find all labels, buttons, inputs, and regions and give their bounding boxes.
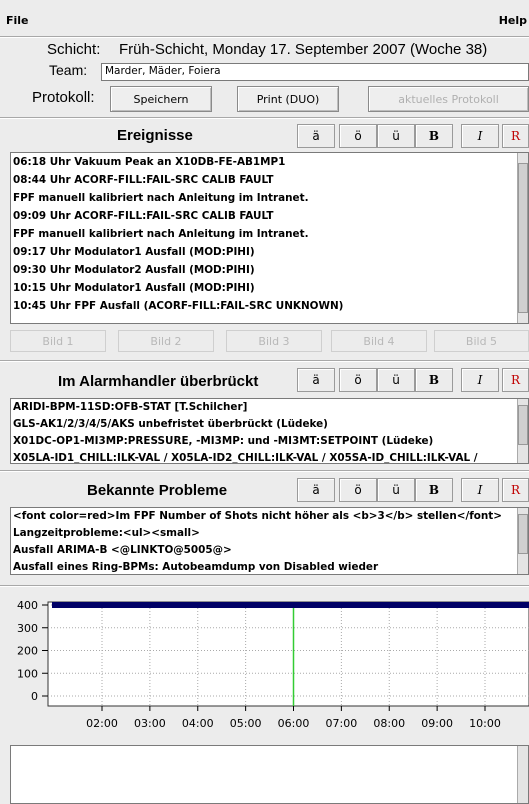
bold-button[interactable]: B (415, 368, 453, 392)
italic-button[interactable]: I (461, 368, 499, 392)
text-line: Ausfall ARIMA-B <@LINKTO@5005@> (13, 544, 232, 556)
italic-button[interactable]: I (461, 478, 499, 502)
plot-area (47, 601, 529, 707)
bild-2-button[interactable]: Bild 2 (118, 330, 214, 352)
print-button[interactable]: Print (DUO) (237, 86, 339, 112)
trend-chart: 400 300 200 100 0 02:00 03:00 04:00 05:00 06:00 07… (17, 599, 529, 730)
x-tick-label: 07:00 (326, 717, 358, 730)
text-line: 09:30 Uhr Modulator2 Ausfall (MOD:PIHI) (13, 264, 255, 276)
probleme-title: Bekannte Probleme (87, 482, 228, 499)
ereignisse-title: Ereignisse (117, 127, 193, 144)
insert-ue-button[interactable]: ü (377, 368, 415, 392)
team-label: Team: (49, 62, 88, 78)
bold-button[interactable]: B (415, 124, 453, 148)
text-line: FPF manuell kalibriert nach Anleitung im… (13, 192, 309, 204)
team-field[interactable]: Marder, Mäder, Foiera (101, 63, 529, 81)
scrollbar-thumb[interactable] (518, 514, 528, 554)
x-tick-label: 10:00 (469, 717, 501, 730)
scrollbar-thumb[interactable] (518, 163, 528, 313)
insert-ae-button[interactable]: ä (297, 368, 335, 392)
text-line: 09:17 Uhr Modulator1 Ausfall (MOD:PIHI) (13, 246, 255, 258)
insert-ue-button[interactable]: ü (377, 124, 415, 148)
y-tick-label: 100 (17, 667, 38, 680)
text-line: Ausfall eines Ring-BPMs: Autobeamdump vo… (13, 561, 379, 573)
probleme-textarea[interactable]: <font color=red>Im FPF Number of Shots n… (10, 507, 529, 575)
protokoll-label: Protokoll: (32, 89, 95, 106)
current-protocol-button[interactable]: aktuelles Protokoll (368, 86, 529, 112)
x-tick-label: 04:00 (182, 717, 214, 730)
x-tick-label: 09:00 (421, 717, 453, 730)
schicht-label: Schicht: (47, 41, 101, 58)
alarm-textarea[interactable]: ARIDI-BPM-11SD:OFB-STAT [T.Schilcher] GL… (10, 398, 529, 464)
x-tick-label: 02:00 (86, 717, 118, 730)
insert-oe-button[interactable]: ö (339, 124, 377, 148)
y-tick-label: 200 (17, 645, 38, 658)
red-button[interactable]: R (502, 478, 529, 502)
x-tick-label: 08:00 (373, 717, 405, 730)
menu-bar: File Help (0, 0, 529, 36)
insert-ue-button[interactable]: ü (377, 478, 415, 502)
scrollbar[interactable] (517, 746, 528, 803)
scrollbar-thumb[interactable] (518, 405, 528, 445)
bold-button[interactable]: B (415, 478, 453, 502)
text-line: ARIDI-BPM-11SD:OFB-STAT [T.Schilcher] (13, 401, 248, 413)
divider (0, 585, 529, 587)
text-line: FPF manuell kalibriert nach Anleitung im… (13, 228, 309, 240)
bild-3-button[interactable]: Bild 3 (226, 330, 322, 352)
text-line: GLS-AK1/2/3/4/5/AKS unbefristet überbrüc… (13, 418, 328, 430)
text-line: 10:15 Uhr Modulator1 Ausfall (MOD:PIHI) (13, 282, 255, 294)
insert-ae-button[interactable]: ä (297, 478, 335, 502)
alarm-title: Im Alarmhandler überbrückt (58, 373, 259, 390)
menu-file[interactable]: File (6, 14, 29, 27)
red-button[interactable]: R (502, 368, 529, 392)
divider (0, 117, 529, 119)
divider (0, 470, 529, 472)
text-line: 06:18 Uhr Vakuum Peak an X10DB-FE-AB1MP1 (13, 156, 286, 168)
insert-oe-button[interactable]: ö (339, 368, 377, 392)
text-line: 10:45 Uhr FPF Ausfall (ACORF-FILL:FAIL-S… (13, 300, 344, 312)
y-tick-label: 300 (17, 622, 38, 635)
insert-oe-button[interactable]: ö (339, 478, 377, 502)
bild-5-button[interactable]: Bild 5 (434, 330, 529, 352)
text-line: 09:09 Uhr ACORF-FILL:FAIL-SRC CALIB FAUL… (13, 210, 274, 222)
insert-ae-button[interactable]: ä (297, 124, 335, 148)
text-line: X05LA-ID1_CHILL:ILK-VAL / X05LA-ID2_CHIL… (13, 452, 478, 464)
scrollbar[interactable] (517, 153, 528, 323)
red-button[interactable]: R (502, 124, 529, 148)
y-tick-label: 0 (31, 690, 38, 703)
x-tick-label: 03:00 (134, 717, 166, 730)
scrollbar[interactable] (517, 399, 528, 463)
bild-4-button[interactable]: Bild 4 (331, 330, 427, 352)
text-line: 08:44 Uhr ACORF-FILL:FAIL-SRC CALIB FAUL… (13, 174, 274, 186)
series-line (52, 602, 529, 608)
text-line: Langzeitprobleme:<ul><small> (13, 527, 200, 539)
save-button[interactable]: Speichern (110, 86, 212, 112)
menu-help[interactable]: Help (499, 14, 527, 27)
italic-button[interactable]: I (461, 124, 499, 148)
scrollbar[interactable] (517, 508, 528, 574)
ereignisse-textarea[interactable]: 06:18 Uhr Vakuum Peak an X10DB-FE-AB1MP1… (10, 152, 529, 324)
divider (0, 36, 529, 38)
bild-1-button[interactable]: Bild 1 (10, 330, 106, 352)
bottom-textarea[interactable] (10, 745, 529, 804)
x-tick-label: 05:00 (230, 717, 262, 730)
schicht-value: Früh-Schicht, Monday 17. September 2007 … (119, 41, 488, 58)
y-tick-label: 400 (17, 599, 38, 612)
text-line: X01DC-OP1-MI3MP:PRESSURE, -MI3MP: und -M… (13, 435, 434, 447)
text-line: <font color=red>Im FPF Number of Shots n… (13, 510, 502, 522)
x-tick-label: 06:00 (278, 717, 310, 730)
divider (0, 360, 529, 362)
